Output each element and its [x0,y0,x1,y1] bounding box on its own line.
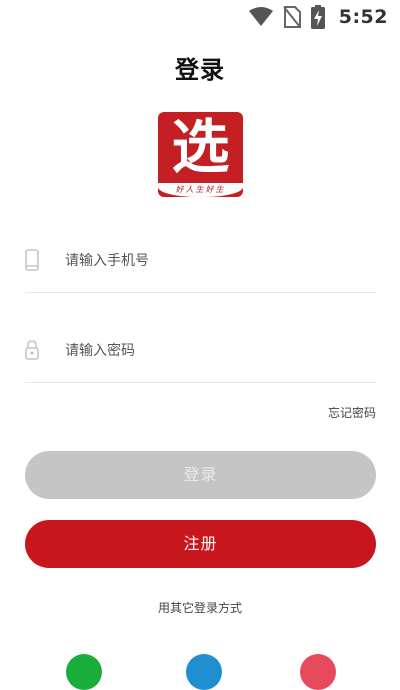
forgot-password-link[interactable]: 忘记密码 [328,404,376,421]
status-icons: 5:52 [248,5,388,29]
qq-login-icon[interactable] [186,654,222,690]
logo-tagline: 好人生好生 [175,185,226,194]
password-field [25,322,376,383]
other-login-label: 用其它登录方式 [157,601,242,615]
app-logo: 选 好人生好生 [158,112,243,197]
lock-icon [25,339,39,365]
no-sim-icon [282,6,301,28]
password-input[interactable] [65,336,365,366]
phone-input[interactable] [65,246,365,276]
page-title: 登录 [175,56,225,84]
phone-icon [25,249,39,275]
register-button[interactable]: 注册 [25,520,376,568]
wifi-icon [248,7,273,27]
battery-charging-icon [310,5,325,29]
weibo-login-icon[interactable] [300,654,336,690]
status-time: 5:52 [338,6,388,28]
status-bar: 5:52 [0,0,400,36]
login-button[interactable]: 登录 [25,451,376,499]
logo-character: 选 [171,113,230,181]
wechat-login-icon[interactable] [66,654,102,690]
phone-field [25,232,376,293]
